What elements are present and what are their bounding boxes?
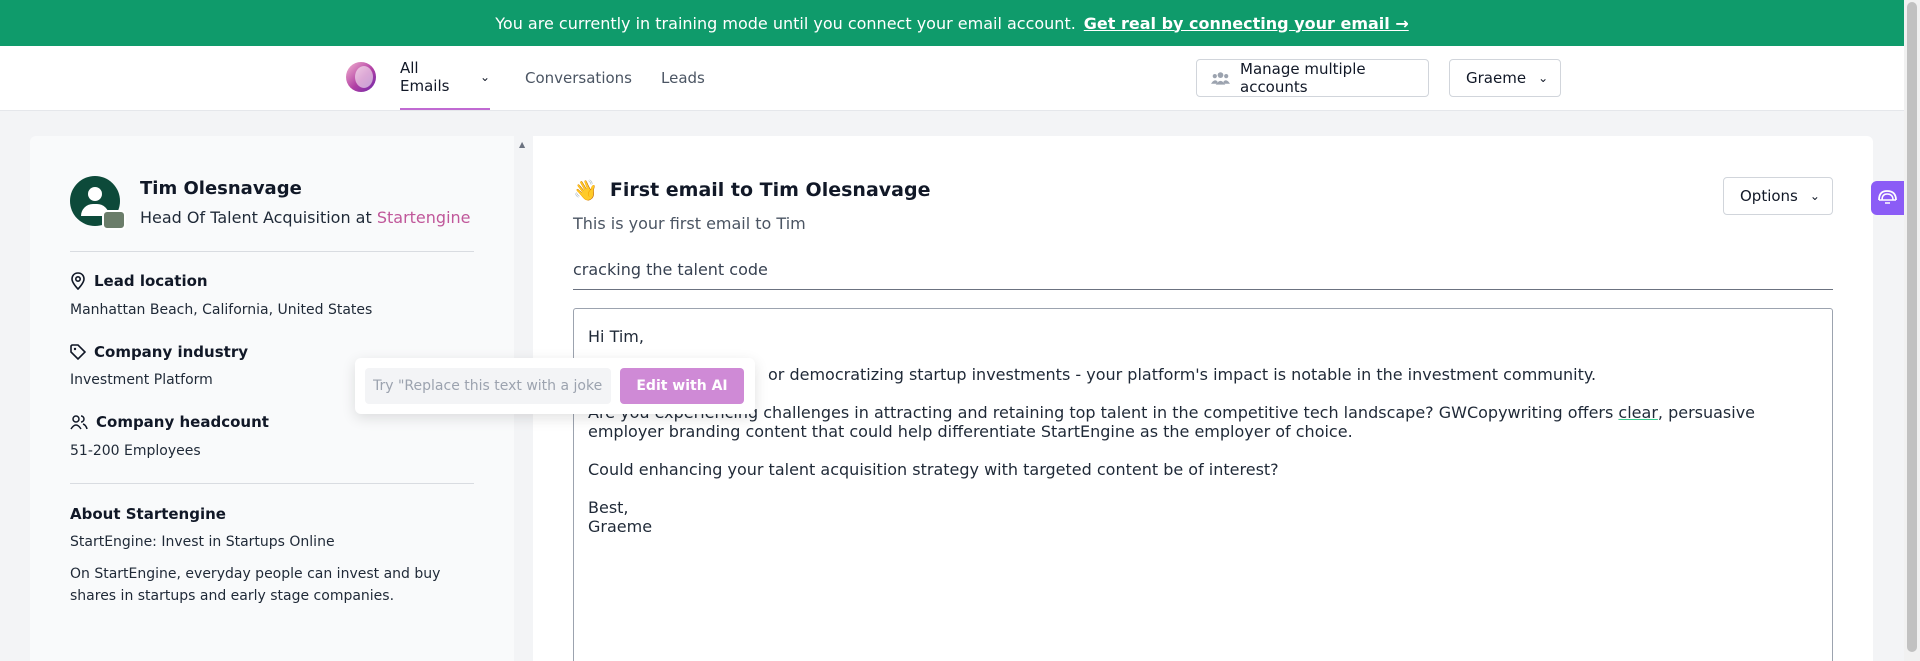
tab-all-emails[interactable]: All Emails ⌄ bbox=[400, 46, 490, 110]
location-label: Lead location bbox=[94, 272, 208, 290]
headcount-heading: Company headcount bbox=[70, 413, 269, 431]
people-icon bbox=[70, 415, 88, 430]
scrollbar-thumb[interactable] bbox=[1907, 2, 1917, 652]
extension-tab[interactable] bbox=[1871, 181, 1904, 215]
chevron-down-icon: ⌄ bbox=[479, 70, 490, 84]
subject-field[interactable]: cracking the talent code bbox=[573, 260, 1833, 290]
lead-name: Tim Olesnavage bbox=[140, 178, 302, 199]
app-logo-icon[interactable] bbox=[346, 62, 376, 92]
headcount-value: 51-200 Employees bbox=[70, 443, 201, 459]
chevron-down-icon: ⌄ bbox=[1809, 189, 1820, 203]
email-paragraph-3: Could enhancing your talent acquisition … bbox=[588, 460, 1279, 479]
company-badge-icon bbox=[102, 210, 126, 230]
location-heading: Lead location bbox=[70, 272, 208, 290]
industry-label: Company industry bbox=[94, 343, 248, 361]
tag-icon bbox=[70, 344, 86, 360]
banner-text: You are currently in training mode until… bbox=[495, 13, 1076, 33]
industry-value: Investment Platform bbox=[70, 372, 213, 388]
divider bbox=[70, 251, 474, 252]
location-value: Manhattan Beach, California, United Stat… bbox=[70, 302, 373, 318]
training-mode-banner: You are currently in training mode until… bbox=[0, 0, 1904, 46]
lead-avatar bbox=[70, 176, 126, 230]
ai-prompt-input[interactable] bbox=[365, 368, 611, 404]
email-paragraph-2: Are you experiencing challenges in attra… bbox=[588, 403, 1818, 441]
tab-conversations[interactable]: Conversations bbox=[525, 46, 632, 110]
chevron-down-icon: ⌄ bbox=[1538, 71, 1549, 85]
brain-icon bbox=[1878, 190, 1897, 204]
manage-accounts-label: Manage multiple accounts bbox=[1240, 60, 1366, 96]
manage-accounts-button[interactable]: Manage multiple accounts bbox=[1196, 59, 1429, 97]
email-paragraph-1: or democratizing startup investments - y… bbox=[768, 365, 1597, 384]
email-greeting: Hi Tim, bbox=[588, 327, 644, 346]
lead-company-link[interactable]: Startengine bbox=[377, 208, 471, 227]
tab-leads[interactable]: Leads bbox=[661, 46, 705, 110]
email-subtitle: This is your first email to Tim bbox=[573, 214, 806, 233]
about-heading: About Startengine bbox=[70, 505, 226, 523]
tab-conversations-label: Conversations bbox=[525, 69, 632, 87]
divider bbox=[70, 483, 474, 484]
about-title: StartEngine: Invest in Startups Online bbox=[70, 534, 335, 550]
about-description: On StartEngine, everyday people can inve… bbox=[70, 566, 441, 604]
scroll-up-icon: ▲ bbox=[519, 140, 526, 149]
tab-leads-label: Leads bbox=[661, 69, 705, 87]
options-button[interactable]: Options ⌄ bbox=[1723, 177, 1833, 215]
avatar-head-icon bbox=[88, 187, 102, 201]
wave-icon: 👋 bbox=[573, 178, 598, 202]
email-signoff: Best, bbox=[588, 498, 629, 517]
user-menu-label: Graeme bbox=[1466, 69, 1527, 87]
email-title: 👋 First email to Tim Olesnavage bbox=[573, 178, 930, 202]
map-pin-icon bbox=[71, 272, 85, 290]
email-title-text: First email to Tim Olesnavage bbox=[609, 179, 931, 201]
page-scrollbar[interactable] bbox=[1904, 0, 1920, 661]
lead-role-text: Head Of Talent Acquisition at bbox=[140, 208, 372, 227]
industry-heading: Company industry bbox=[70, 343, 248, 361]
email-body-editor[interactable]: Hi Tim, or democratizing startup investm… bbox=[573, 308, 1833, 661]
headcount-label: Company headcount bbox=[96, 413, 269, 431]
ai-edit-popup: Edit with AI bbox=[355, 358, 755, 414]
spellcheck-word[interactable]: clear bbox=[1618, 403, 1657, 422]
connect-email-link[interactable]: Get real by connecting your email → bbox=[1084, 14, 1409, 33]
top-navigation: All Emails ⌄ Conversations Leads Manage … bbox=[0, 46, 1904, 111]
edit-with-ai-button[interactable]: Edit with AI bbox=[620, 368, 744, 404]
email-signature: Graeme bbox=[588, 517, 653, 536]
users-icon bbox=[1211, 72, 1230, 85]
lead-role: Head Of Talent Acquisition at Startengin… bbox=[140, 208, 471, 227]
tab-all-emails-label: All Emails bbox=[400, 59, 450, 95]
options-label: Options bbox=[1740, 187, 1798, 205]
user-menu-button[interactable]: Graeme ⌄ bbox=[1449, 59, 1561, 97]
